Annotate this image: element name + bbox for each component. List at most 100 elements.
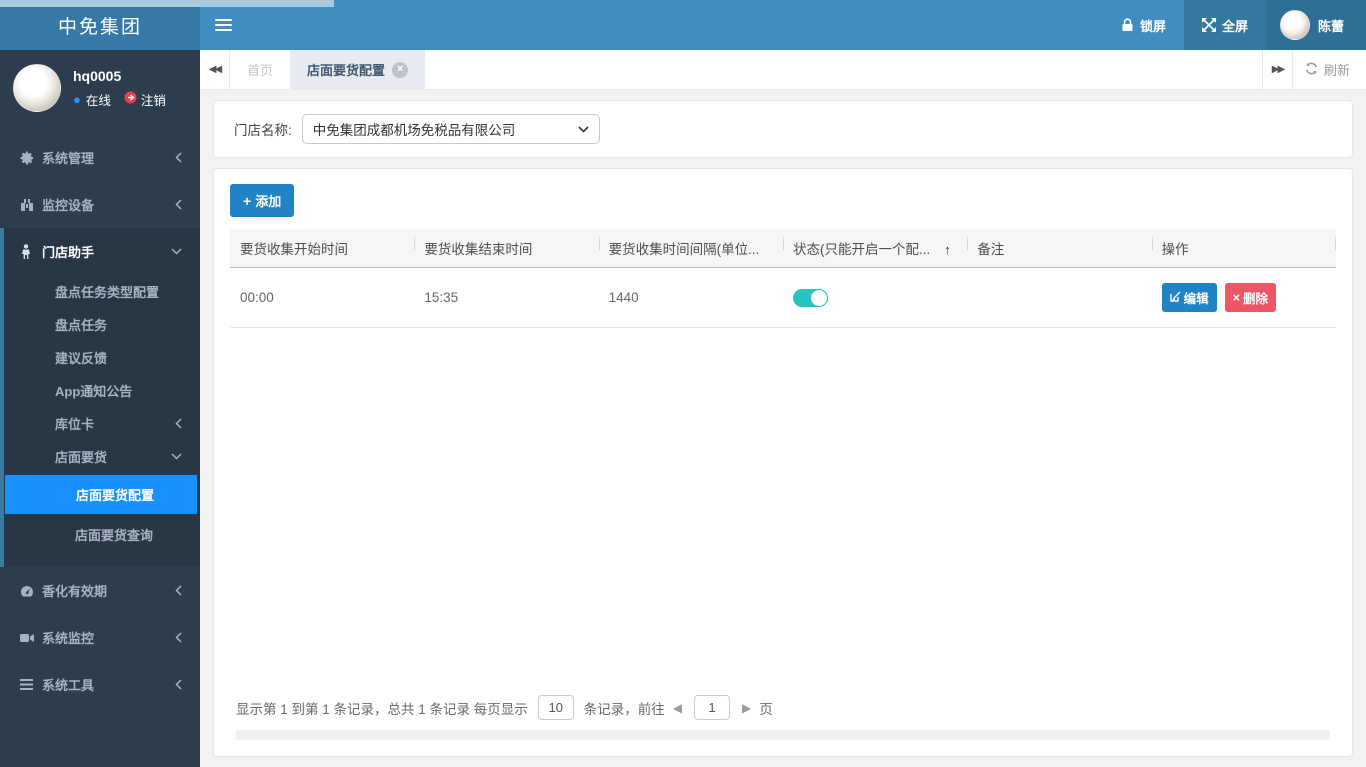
pagination-summary: 显示第 1 到第 1 条记录，总共 1 条记录 每页显示	[236, 701, 528, 717]
toggle-knob	[809, 288, 828, 307]
table-header-row: 要货收集开始时间 要货收集结束时间 要货收集时间间隔(单位... 状态(只能开启…	[230, 229, 1337, 268]
sidebar-item-inventory-task[interactable]: 盘点任务	[4, 308, 200, 341]
user-menu[interactable]: 陈蕾	[1265, 0, 1366, 50]
user-name: 陈蕾	[1317, 18, 1344, 34]
cell-actions: 编辑 × 删除	[1151, 267, 1336, 328]
table-row: 00:00 15:35 1440 编辑 × 删除	[230, 267, 1336, 328]
sidebar-item-system-monitor[interactable]: 系统监控	[0, 614, 200, 661]
tabbar-spacer	[425, 50, 1262, 89]
pagination: 显示第 1 到第 1 条记录，总共 1 条记录 每页显示 条记录，前往 ◀ ▶ …	[230, 691, 1336, 720]
logout-button[interactable]: 注销	[124, 90, 166, 109]
user-avatar	[1279, 10, 1310, 40]
plus-icon: +	[243, 192, 252, 209]
sidebar-user-panel: hq0005 ● 在线 注销	[0, 50, 200, 128]
chevron-left-icon	[175, 199, 182, 210]
sidebar-item-app-notice[interactable]: App通知公告	[4, 374, 200, 407]
chevron-left-icon	[175, 152, 182, 163]
lock-icon	[1121, 18, 1134, 32]
page-size-input[interactable]	[537, 695, 574, 720]
store-select[interactable]: 中免集团成都机场免税品有限公司	[301, 114, 600, 144]
edit-pencil-icon	[1169, 291, 1181, 305]
table-panel: + 添加 要货收集开始时间 要货收集结束时间 要货收集时间间隔(单位... 状态…	[213, 168, 1353, 757]
lock-screen-button[interactable]: 锁屏	[1103, 0, 1184, 50]
delete-x-icon: ×	[1232, 290, 1240, 305]
page-content: 门店名称: 中免集团成都机场免税品有限公司 + 添加 要货收集开始时间 要货收集…	[200, 90, 1366, 767]
horizontal-scrollbar[interactable]	[236, 730, 1330, 740]
col-status[interactable]: 状态(只能开启一个配... ↑	[782, 229, 968, 268]
sidebar-item-bin-card[interactable]: 库位卡	[4, 407, 200, 440]
main-area: ◀◀ 首页 店面要货配置 × ▶▶ 刷新 门店名称: 中免集团成都机场免税品有限…	[200, 50, 1366, 767]
sidebar-item-system-management[interactable]: 系统管理	[0, 134, 200, 181]
pagination-suffix: 页	[759, 701, 773, 717]
chevron-left-icon	[175, 632, 182, 643]
col-start-time[interactable]: 要货收集开始时间	[230, 229, 415, 268]
fullscreen-icon	[1201, 18, 1216, 32]
add-button[interactable]: + 添加	[230, 184, 295, 217]
cell-start-time: 00:00	[230, 267, 415, 328]
logout-icon	[124, 91, 137, 107]
edit-button[interactable]: 编辑	[1161, 283, 1217, 312]
status-toggle[interactable]	[792, 288, 828, 307]
app-logo: 中免集团	[0, 0, 200, 50]
cell-status	[782, 267, 968, 328]
tabs-scroll-right-button[interactable]: ▶▶	[1261, 50, 1292, 89]
store-select-value: 中免集团成都机场免税品有限公司	[312, 123, 516, 138]
gear-icon	[20, 151, 42, 165]
list-icon	[20, 679, 42, 690]
chevron-left-icon	[175, 418, 182, 429]
cell-remark	[967, 267, 1152, 328]
chevron-down-icon	[171, 453, 182, 460]
refresh-button[interactable]: 刷新	[1291, 50, 1366, 89]
sidebar-menu: 系统管理 监控设备 门店助手 盘点任务类型配置 盘点任务 建议反馈 App通知公…	[0, 134, 200, 708]
double-right-arrow-icon: ▶▶	[1271, 64, 1285, 75]
sidebar-item-monitor-devices[interactable]: 监控设备	[0, 181, 200, 228]
tab-close-icon[interactable]: ×	[392, 61, 409, 78]
cell-interval: 1440	[598, 267, 783, 328]
tab-bar: ◀◀ 首页 店面要货配置 × ▶▶ 刷新	[200, 50, 1366, 90]
page-number-input[interactable]	[694, 695, 731, 720]
tab-store-request-config[interactable]: 店面要货配置 ×	[290, 50, 426, 89]
sidebar-item-suggestion-feedback[interactable]: 建议反馈	[4, 341, 200, 374]
video-camera-icon	[20, 633, 42, 643]
prev-page-icon[interactable]: ◀	[673, 701, 682, 715]
sidebar-username: hq0005	[73, 67, 122, 84]
person-icon	[20, 244, 42, 259]
binoculars-icon	[20, 198, 42, 212]
cell-end-time: 15:35	[414, 267, 599, 328]
store-name-label: 门店名称:	[234, 123, 292, 138]
loading-progress-bar	[0, 0, 334, 7]
delete-button[interactable]: × 删除	[1224, 283, 1276, 312]
sidebar: hq0005 ● 在线 注销 系统管理 监控设备 门店助手 盘点任务类型配置 盘…	[0, 50, 200, 767]
sidebar-item-store-request-config[interactable]: 店面要货配置	[5, 475, 197, 514]
fullscreen-button[interactable]: 全屏	[1183, 0, 1266, 50]
tabs-scroll-left-button[interactable]: ◀◀	[200, 50, 230, 89]
online-dot-icon: ●	[73, 91, 81, 107]
online-status-label: 在线	[85, 93, 111, 108]
sidebar-section-store-assistant: 门店助手 盘点任务类型配置 盘点任务 建议反馈 App通知公告 库位卡 店面要货…	[0, 228, 200, 567]
sort-asc-icon: ↑	[944, 242, 951, 257]
hamburger-icon	[214, 16, 232, 34]
dashboard-icon	[20, 585, 42, 597]
tab-home[interactable]: 首页	[230, 50, 290, 89]
col-interval[interactable]: 要货收集时间间隔(单位...	[598, 229, 783, 268]
sidebar-item-store-assistant[interactable]: 门店助手	[4, 228, 200, 275]
sidebar-item-inventory-task-type-config[interactable]: 盘点任务类型配置	[4, 275, 200, 308]
sidebar-item-store-request-query[interactable]: 店面要货查询	[4, 516, 200, 553]
sidebar-item-store-request[interactable]: 店面要货	[4, 440, 200, 473]
chevron-left-icon	[175, 679, 182, 690]
sidebar-item-fragrance-validity[interactable]: 香化有效期	[0, 567, 200, 614]
next-page-icon[interactable]: ▶	[742, 701, 751, 715]
pagination-middle-text: 条记录，前往	[583, 701, 665, 717]
filter-panel: 门店名称: 中免集团成都机场免税品有限公司	[213, 100, 1353, 158]
top-header: 中免集团 锁屏 全屏 陈蕾	[0, 0, 1366, 50]
refresh-icon	[1305, 62, 1318, 78]
avatar[interactable]	[13, 64, 61, 112]
col-actions: 操作	[1151, 229, 1337, 268]
chevron-down-icon	[171, 248, 182, 255]
col-end-time[interactable]: 要货收集结束时间	[414, 229, 599, 268]
sidebar-item-system-tools[interactable]: 系统工具	[0, 661, 200, 708]
chevron-down-icon	[578, 125, 589, 133]
sidebar-toggle-button[interactable]	[200, 0, 246, 50]
col-remark[interactable]: 备注	[967, 229, 1152, 268]
